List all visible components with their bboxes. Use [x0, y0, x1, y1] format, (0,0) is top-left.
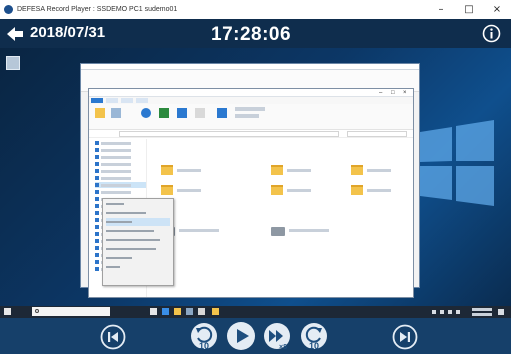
window-titlebar: DEFESA Record Player : SSDEMO PC1 sudemo…: [0, 0, 511, 19]
record-player-app: DEFESA Record Player : SSDEMO PC1 sudemo…: [0, 0, 511, 354]
explorer-ribbon-tabs: [89, 97, 413, 104]
explorer-address-bar: [89, 130, 413, 138]
play-icon: [227, 322, 255, 350]
forward-10-icon: 10: [301, 323, 327, 351]
recording-time: 17:28:06: [211, 24, 292, 45]
skip-next-button[interactable]: [392, 324, 418, 354]
taskbar-clock: [472, 308, 492, 311]
rewind-10-icon: 10: [191, 323, 217, 351]
info-button[interactable]: [482, 24, 501, 43]
minimize-button[interactable]: –: [430, 2, 452, 17]
recording-frame[interactable]: – □ ×: [0, 48, 511, 318]
player-header: 2018/07/31 17:28:06: [0, 19, 511, 48]
explorer-content: [149, 139, 413, 297]
forward-10-label: 10: [309, 341, 319, 351]
recycle-bin-icon: [6, 56, 20, 70]
rewind-10-button[interactable]: 10: [190, 322, 218, 354]
skip-previous-icon: [100, 324, 126, 350]
arrow-left-icon: [7, 27, 23, 41]
play-button[interactable]: [226, 321, 256, 354]
explorer-close-icon: ×: [403, 90, 407, 96]
context-menu: [102, 198, 174, 286]
taskbar-search-box: [32, 307, 110, 316]
skip-next-icon: [392, 324, 418, 350]
recording-date: 2018/07/31: [30, 24, 106, 41]
app-logo-icon: [4, 5, 13, 14]
explorer-ribbon: [89, 104, 413, 130]
close-button[interactable]: ×: [486, 2, 508, 17]
skip-previous-button[interactable]: [100, 324, 126, 354]
explorer-maximize-icon: □: [391, 90, 395, 96]
fast-forward-speed-label: ×8: [279, 344, 287, 351]
desktop-wallpaper-logo: [420, 120, 494, 206]
windows-start-icon: [4, 308, 11, 315]
info-circle-icon: [482, 24, 501, 43]
fast-forward-button[interactable]: ×8: [263, 322, 291, 354]
forward-10-button[interactable]: 10: [300, 322, 328, 354]
fast-forward-icon: ×8: [264, 323, 290, 351]
rewind-10-label: 10: [199, 341, 209, 351]
window-title: DEFESA Record Player : SSDEMO PC1 sudemo…: [17, 6, 178, 13]
recorded-taskbar: [0, 306, 511, 318]
playback-controls: 10 ×8 10: [0, 318, 511, 354]
explorer-minimize-icon: –: [379, 90, 383, 96]
maximize-button[interactable]: □: [458, 2, 480, 17]
back-button[interactable]: [6, 25, 24, 43]
